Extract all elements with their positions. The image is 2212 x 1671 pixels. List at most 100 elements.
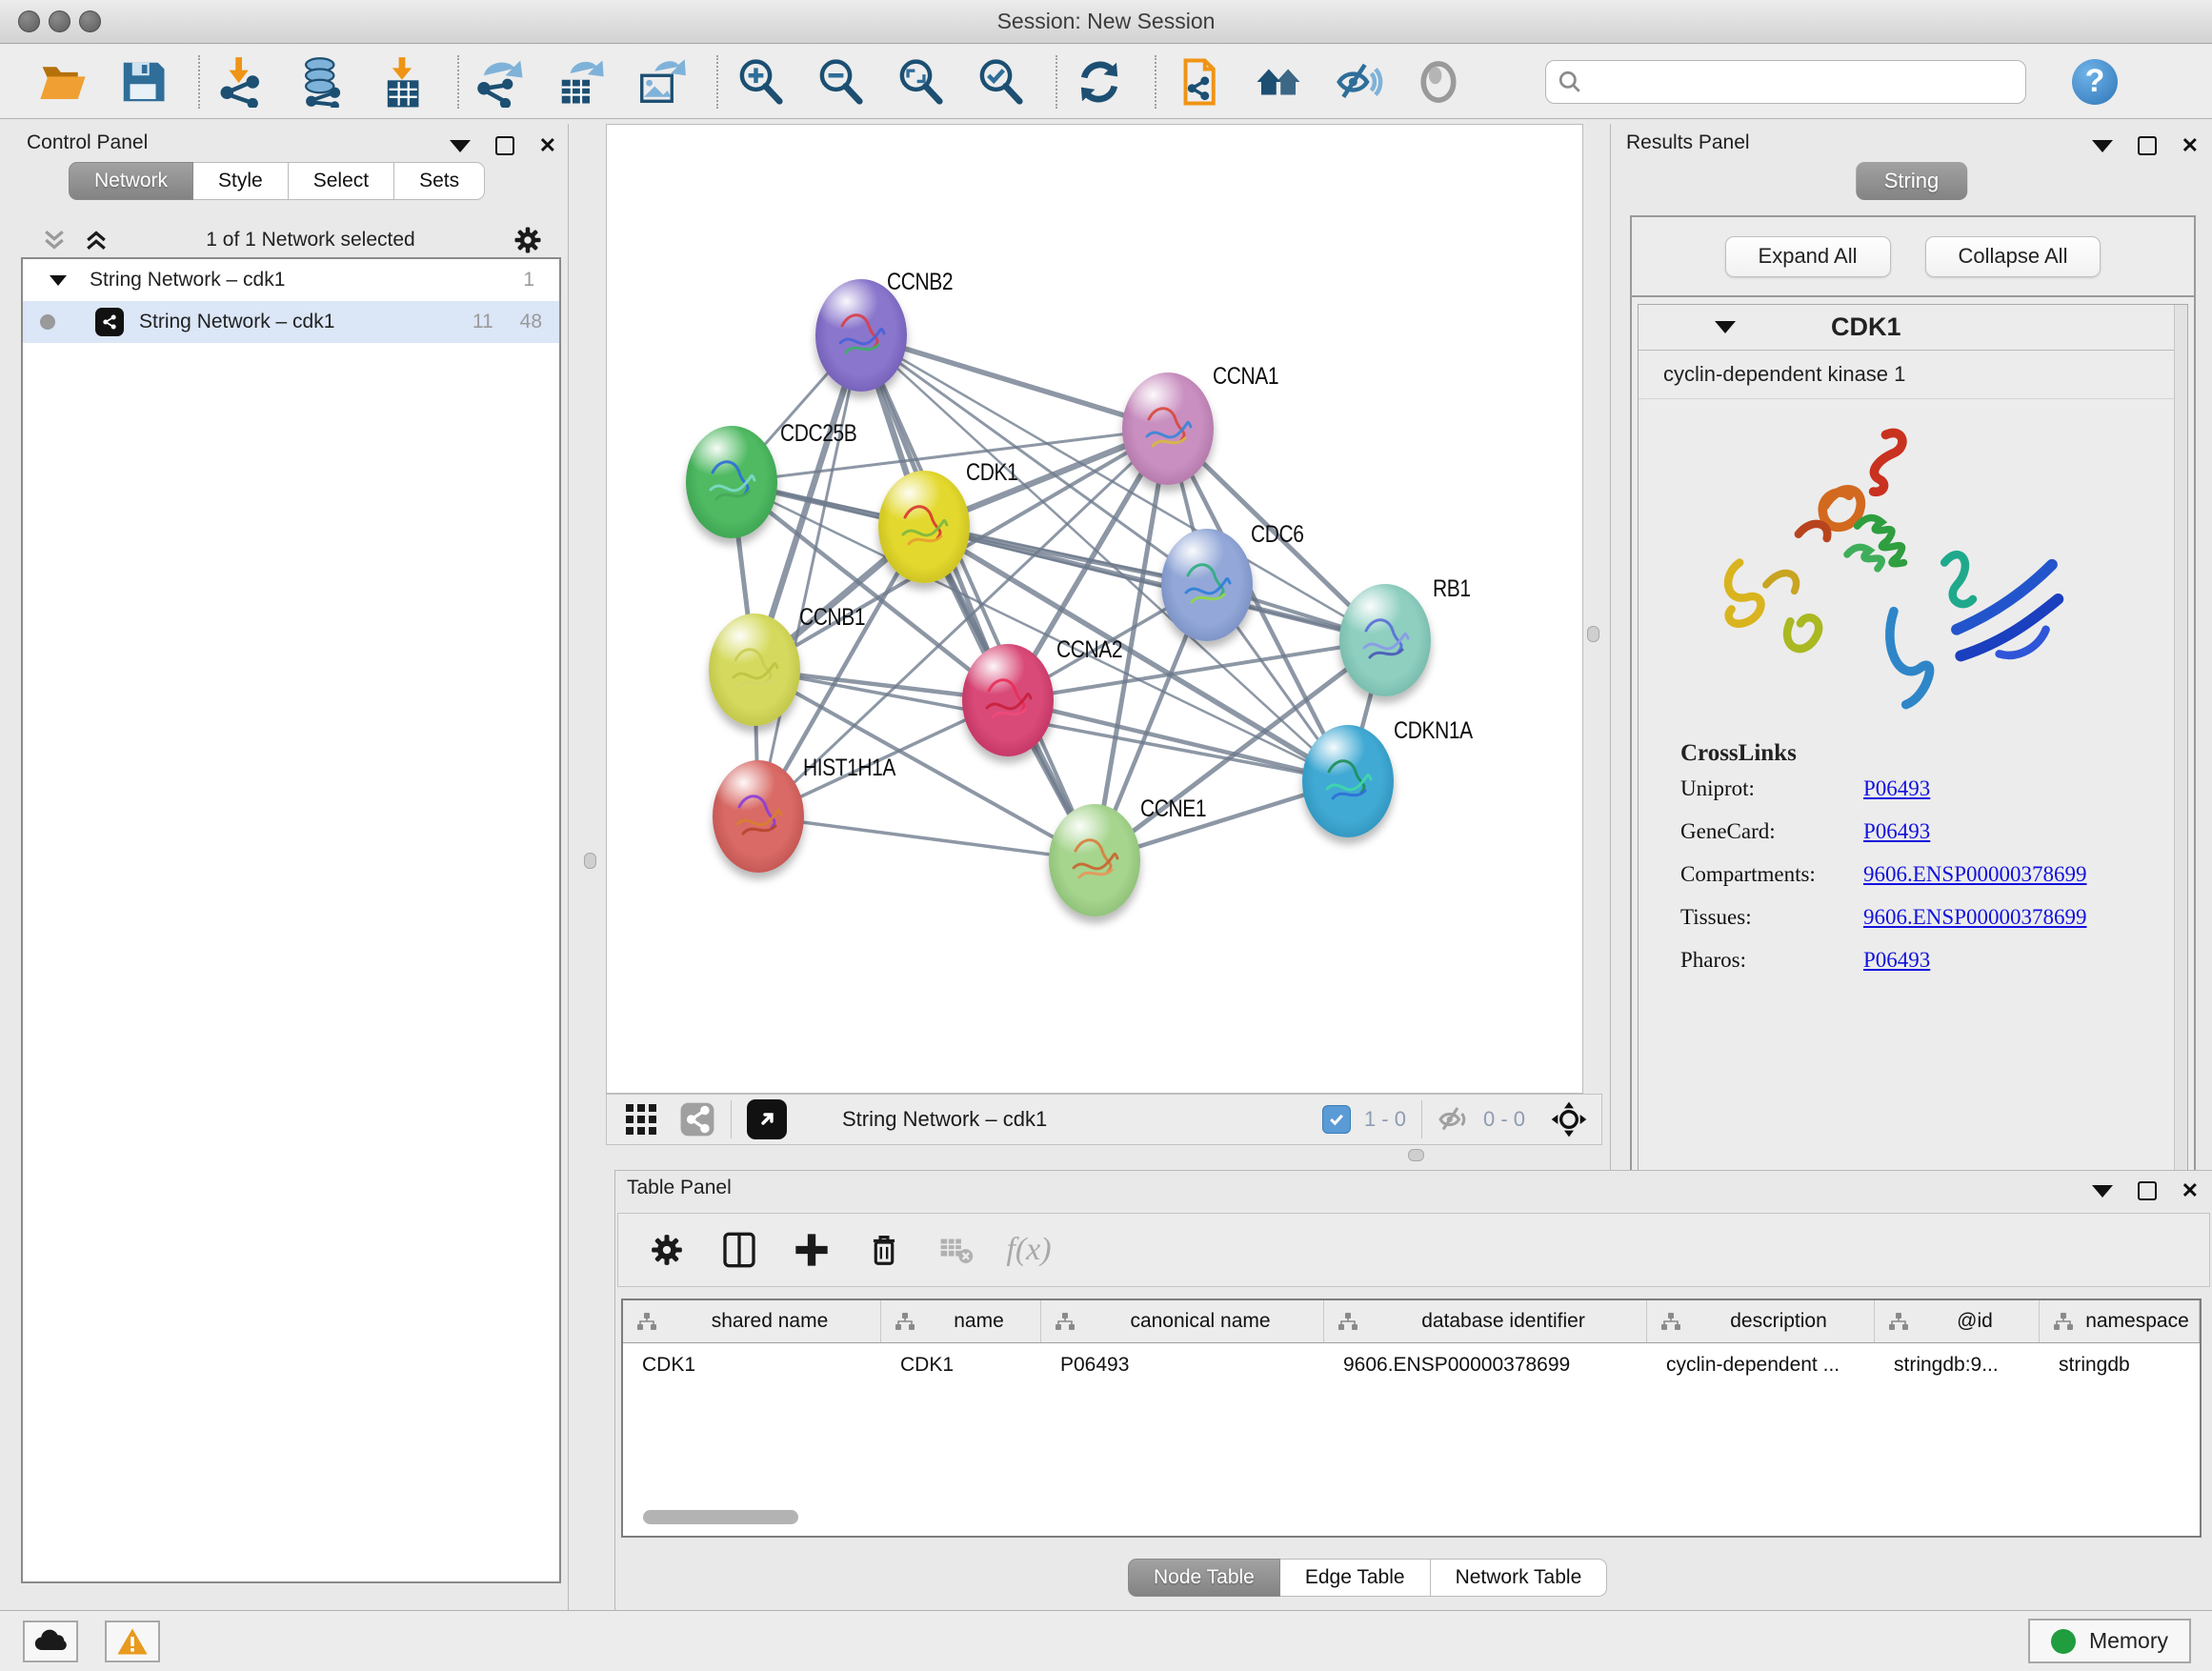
network-collection-row[interactable]: String Network – cdk1 1 [23, 259, 559, 301]
float-panel-icon[interactable] [2092, 1185, 2113, 1198]
zoom-selected-icon[interactable] [974, 55, 1027, 109]
close-panel-icon[interactable]: ✕ [2182, 135, 2199, 156]
home-icon[interactable] [1252, 55, 1305, 109]
tab-network[interactable]: Network [69, 162, 193, 200]
crosslink-link[interactable]: P06493 [1863, 776, 1930, 801]
zoom-in-icon[interactable] [734, 55, 787, 109]
fit-content-crosshair-icon[interactable] [1550, 1100, 1588, 1138]
selected-nodes-checkbox[interactable] [1322, 1105, 1351, 1134]
node-CDC6[interactable] [1161, 529, 1253, 641]
tab-style[interactable]: Style [193, 162, 289, 200]
tab-select[interactable]: Select [289, 162, 394, 200]
node-CCNE1[interactable] [1049, 804, 1140, 916]
expand-all-icon[interactable] [82, 226, 111, 254]
network-row[interactable]: String Network – cdk1 11 48 [23, 301, 559, 343]
undock-panel-icon[interactable] [495, 136, 514, 155]
close-panel-icon[interactable]: ✕ [2182, 1180, 2199, 1201]
memory-button[interactable]: Memory [2028, 1619, 2191, 1663]
zoom-out-icon[interactable] [814, 55, 867, 109]
export-image-icon[interactable] [634, 55, 688, 109]
refresh-icon[interactable] [1073, 55, 1126, 109]
table-cell[interactable]: CDK1 [881, 1343, 1041, 1386]
column-type-icon [636, 1312, 657, 1331]
open-session-icon[interactable] [36, 55, 90, 109]
column-header-name[interactable]: name [881, 1300, 1041, 1342]
node-CCNA1[interactable] [1122, 372, 1214, 485]
help-icon[interactable]: ? [2072, 59, 2118, 105]
edge-HIST1H1A-CCNE1 [758, 816, 1095, 860]
import-table-icon[interactable] [375, 55, 429, 109]
tab-sets[interactable]: Sets [394, 162, 485, 200]
node-CDKN1A[interactable] [1302, 725, 1394, 837]
table-row[interactable]: CDK1CDK1P064939606.ENSP00000378699cyclin… [623, 1343, 2200, 1386]
node-RB1[interactable] [1339, 584, 1431, 696]
string-results-tab[interactable]: String [1856, 162, 1967, 200]
tab-node-table[interactable]: Node Table [1128, 1559, 1280, 1597]
import-network-icon[interactable] [215, 55, 269, 109]
warning-status-button[interactable] [105, 1621, 160, 1662]
column-header-canonical-name[interactable]: canonical name [1041, 1300, 1324, 1342]
protein-ribbon-thumbnail [728, 779, 789, 854]
results-scrollbar[interactable] [2174, 305, 2187, 1213]
save-session-icon[interactable] [116, 55, 170, 109]
node-CCNB1[interactable] [709, 614, 800, 726]
node-HIST1H1A[interactable] [713, 760, 804, 873]
share-document-icon[interactable] [1172, 55, 1225, 109]
crosslink-link[interactable]: P06493 [1863, 819, 1930, 844]
expand-all-button[interactable]: Expand All [1725, 236, 1891, 277]
float-panel-icon[interactable] [450, 140, 471, 152]
add-column-icon[interactable] [784, 1225, 839, 1275]
search-icon [1558, 70, 1582, 94]
node-CDC25B[interactable] [686, 426, 777, 538]
zoom-fit-icon[interactable] [894, 55, 947, 109]
search-input[interactable] [1545, 60, 2026, 104]
close-panel-icon[interactable]: ✕ [539, 135, 556, 156]
table-cell[interactable]: stringdb:9... [1875, 1343, 2040, 1386]
export-network-icon[interactable] [474, 55, 528, 109]
crosslink-link[interactable]: 9606.ENSP00000378699 [1863, 905, 2087, 930]
table-cell[interactable]: stringdb [2040, 1343, 2200, 1386]
table-horizontal-scrollbar[interactable] [643, 1510, 798, 1524]
cloud-status-button[interactable] [23, 1621, 78, 1662]
crosslink-link[interactable]: 9606.ENSP00000378699 [1863, 862, 2087, 887]
delete-column-icon[interactable] [856, 1225, 912, 1275]
undock-panel-icon[interactable] [2138, 136, 2157, 155]
undock-panel-icon[interactable] [2138, 1181, 2157, 1200]
float-panel-icon[interactable] [2092, 140, 2113, 152]
left-splitter-handle[interactable] [584, 853, 596, 869]
open-view-icon[interactable] [747, 1099, 787, 1139]
node-CDK1[interactable] [878, 471, 970, 583]
collection-expand-icon[interactable] [50, 275, 67, 286]
show-columns-icon[interactable] [712, 1225, 767, 1275]
tab-edge-table[interactable]: Edge Table [1280, 1559, 1431, 1597]
crosslink-row: Pharos:P06493 [1680, 948, 2187, 973]
string-style-icon[interactable] [679, 1101, 715, 1137]
collapse-all-icon[interactable] [40, 226, 69, 254]
crosslink-link[interactable]: P06493 [1863, 948, 1930, 973]
network-options-gear-icon[interactable] [511, 223, 545, 257]
right-splitter-handle[interactable] [1587, 626, 1599, 642]
export-table-icon[interactable] [554, 55, 608, 109]
collapse-all-button[interactable]: Collapse All [1925, 236, 2101, 277]
column-header--id[interactable]: @id [1875, 1300, 2040, 1342]
table-options-gear-icon[interactable] [639, 1225, 694, 1275]
node-CCNA2[interactable] [962, 644, 1054, 756]
edge-CCNB2-CCNE1 [861, 335, 1095, 860]
hide-selection-icon[interactable] [1332, 55, 1385, 109]
column-header-database-identifier[interactable]: database identifier [1324, 1300, 1647, 1342]
column-header-description[interactable]: description [1647, 1300, 1875, 1342]
network-canvas[interactable]: CCNB2CCNA1CDC25BCDK1CDC6RB1CCNB1CCNA2CDK… [606, 124, 1583, 1094]
table-cell[interactable]: cyclin-dependent ... [1647, 1343, 1875, 1386]
show-all-icon[interactable] [1412, 55, 1465, 109]
column-header-shared-name[interactable]: shared name [623, 1300, 881, 1342]
birds-eye-view-icon[interactable] [624, 1102, 658, 1137]
bottom-splitter-handle[interactable] [1408, 1149, 1424, 1161]
tab-network-table[interactable]: Network Table [1431, 1559, 1608, 1597]
protein-collapse-icon[interactable] [1715, 321, 1736, 333]
column-header-namespace[interactable]: namespace [2040, 1300, 2200, 1342]
table-cell[interactable]: CDK1 [623, 1343, 881, 1386]
table-cell[interactable]: P06493 [1041, 1343, 1324, 1386]
table-cell[interactable]: 9606.ENSP00000378699 [1324, 1343, 1647, 1386]
import-network-database-icon[interactable] [295, 55, 349, 109]
memory-status-dot [2051, 1629, 2076, 1654]
